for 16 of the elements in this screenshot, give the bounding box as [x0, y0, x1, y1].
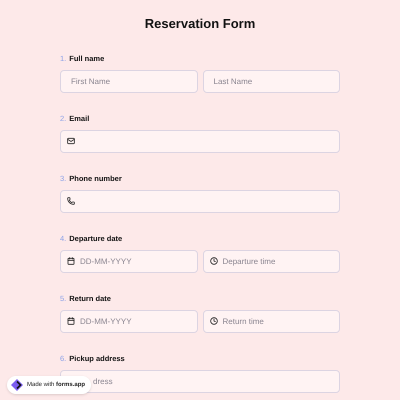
phone-icon — [67, 197, 75, 205]
input-field[interactable] — [60, 130, 340, 152]
logo-icon — [11, 379, 23, 391]
mail-icon — [67, 137, 75, 145]
input-field[interactable]: First Name — [60, 70, 198, 92]
input-field[interactable]: Last Name — [202, 70, 340, 92]
calendar-icon — [67, 257, 75, 265]
clock-icon — [210, 257, 218, 265]
input-field[interactable]: DD-MM-YYYY — [60, 310, 198, 332]
form-title: Reservation Form — [144, 15, 256, 33]
input-field[interactable]: Departure time — [202, 250, 340, 272]
clock-icon — [210, 317, 218, 325]
input-field[interactable]: Return time — [202, 310, 340, 332]
calendar-icon — [67, 317, 75, 325]
input-field[interactable] — [60, 190, 340, 212]
input-field[interactable]: DD-MM-YYYY — [60, 250, 198, 272]
